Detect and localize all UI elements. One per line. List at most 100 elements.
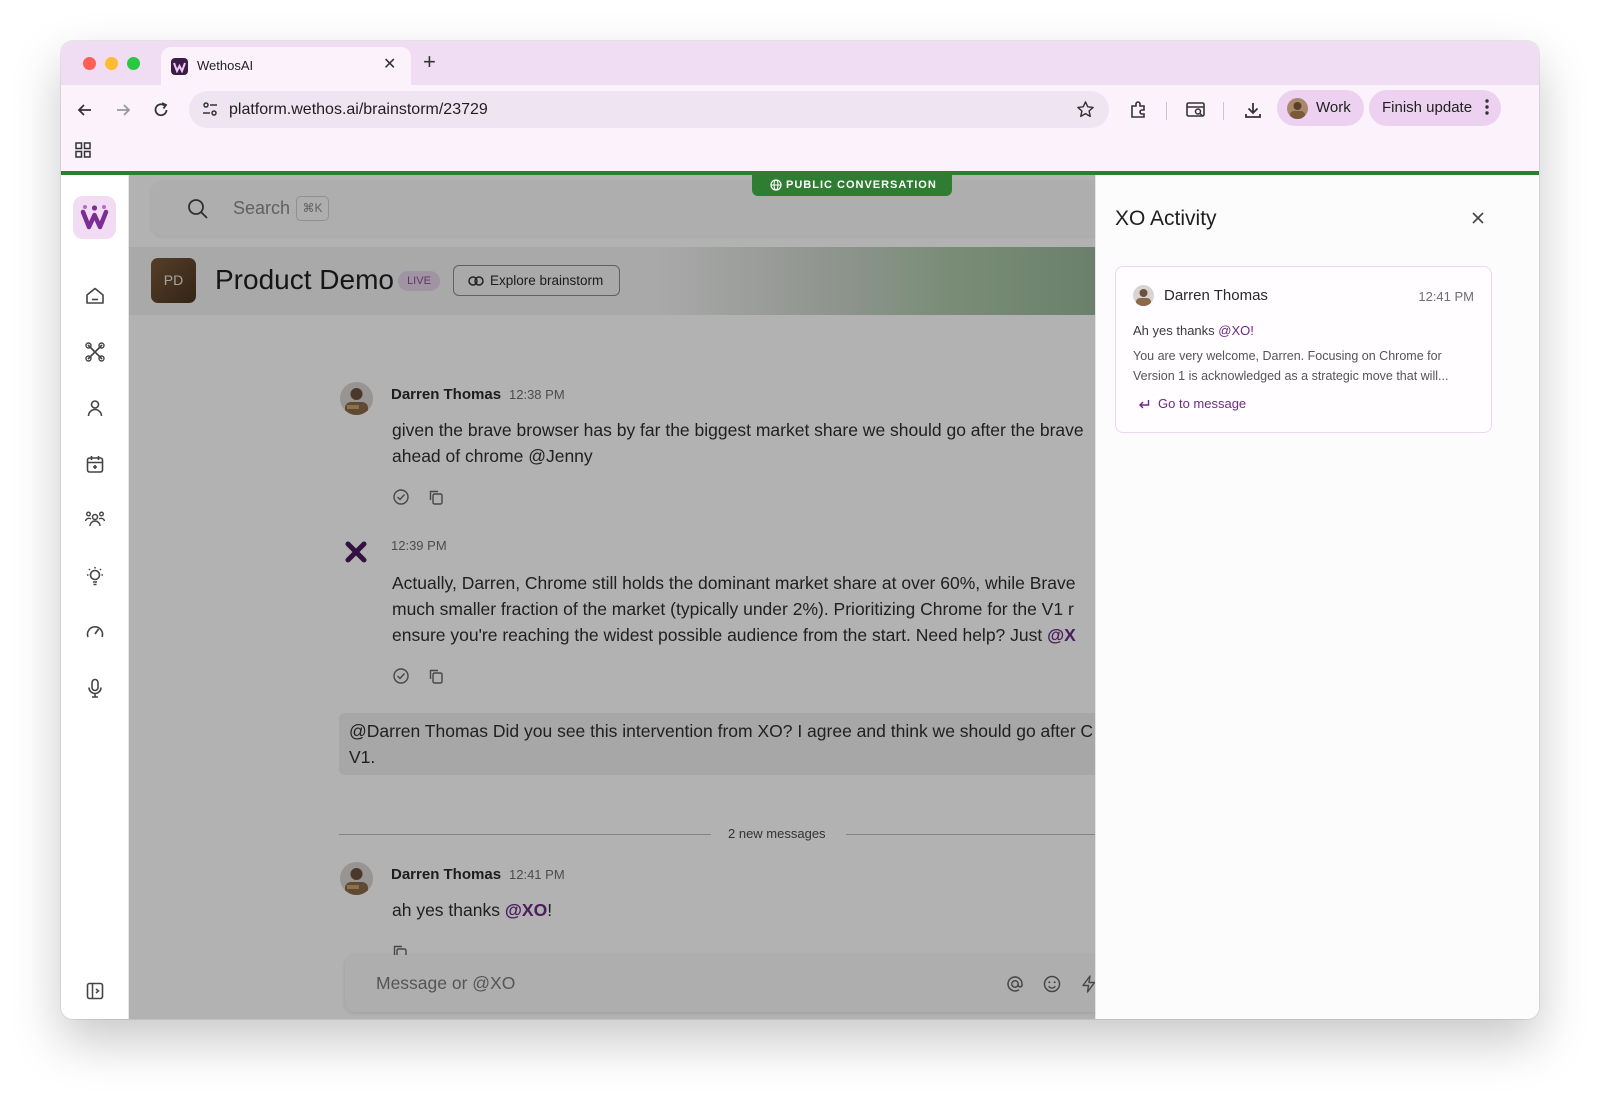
go-to-message-label: Go to message — [1158, 396, 1247, 411]
message-line-suffix: ! — [547, 900, 553, 920]
left-nav-rail — [61, 175, 129, 1019]
card-quote-text: Ah yes thanks — [1133, 323, 1219, 338]
maximize-window-button[interactable] — [127, 57, 140, 70]
profile-label: Work — [1316, 99, 1351, 116]
globe-icon — [770, 179, 782, 191]
forward-arrow-icon[interactable] — [113, 100, 133, 120]
composer-placeholder: Message or @XO — [376, 973, 516, 993]
emoji-icon[interactable] — [1042, 974, 1062, 994]
live-badge: LIVE — [398, 271, 440, 291]
team-icon[interactable] — [84, 508, 106, 530]
wethos-app: Search ⌘K PD Product Demo LIVE Explore b… — [61, 175, 1539, 1019]
at-icon[interactable] — [1005, 974, 1025, 994]
wethos-logo[interactable] — [73, 196, 116, 239]
browser-toolbar: platform.wethos.ai/brainstorm/23729 Work… — [61, 85, 1539, 135]
back-arrow-icon[interactable] — [75, 100, 95, 120]
check-circle-icon[interactable] — [392, 667, 410, 685]
tab-title: WethosAI — [197, 58, 254, 73]
card-author: Darren Thomas — [1164, 287, 1268, 304]
message-line: ensure you're reaching the widest possib… — [392, 622, 1076, 648]
avatar — [1133, 285, 1154, 306]
more-vertical-icon — [1485, 99, 1489, 115]
mention[interactable]: @XO — [505, 900, 547, 920]
message-line: ahead of chrome @Jenny — [392, 446, 593, 466]
avatar[interactable] — [340, 382, 373, 415]
message-line-text: ah yes thanks — [392, 900, 505, 920]
home-icon[interactable] — [84, 285, 106, 307]
lightbulb-icon[interactable] — [84, 565, 106, 587]
divider-line — [846, 834, 1095, 835]
tab-close-icon[interactable]: ✕ — [383, 54, 396, 74]
divider-line — [339, 834, 711, 835]
browser-tab[interactable]: WethosAI ✕ — [161, 47, 411, 85]
message-timestamp: 12:41 PM — [509, 867, 565, 882]
address-bar[interactable]: platform.wethos.ai/brainstorm/23729 — [189, 91, 1109, 128]
new-tab-button[interactable]: + — [423, 50, 436, 74]
gauge-icon[interactable] — [84, 621, 106, 643]
conversation-header: PD Product Demo LIVE Explore brainstorm — [129, 247, 1095, 315]
search-bar[interactable]: Search ⌘K — [151, 181, 1095, 236]
brainstorm-icon[interactable] — [84, 341, 106, 363]
download-icon[interactable] — [1243, 100, 1263, 120]
bolt-icon[interactable] — [1079, 974, 1095, 994]
calendar-icon[interactable] — [84, 453, 106, 475]
copy-icon[interactable] — [391, 943, 409, 955]
page-title: Product Demo — [215, 264, 394, 295]
check-circle-icon[interactable] — [392, 488, 410, 506]
copy-icon[interactable] — [427, 667, 445, 685]
bookmarks-bar — [61, 135, 1539, 171]
avatar[interactable] — [340, 862, 373, 895]
minimize-window-button[interactable] — [105, 57, 118, 70]
xo-logo-icon — [345, 541, 367, 563]
new-messages-divider: 2 new messages — [728, 826, 826, 841]
message-timestamp: 12:39 PM — [391, 538, 447, 553]
copy-icon[interactable] — [427, 488, 445, 506]
bookmark-star-icon[interactable] — [1076, 100, 1095, 119]
message-line: much smaller fraction of the market (typ… — [392, 599, 1074, 619]
tab-strip: WethosAI ✕ + — [61, 41, 1539, 85]
close-icon[interactable] — [1470, 210, 1486, 226]
explore-brainstorm-label: Explore brainstorm — [490, 273, 604, 288]
apps-grid-icon[interactable] — [74, 141, 92, 159]
message-line: V1. — [349, 747, 376, 767]
message-author[interactable]: Darren Thomas — [391, 386, 501, 403]
search-shortcut-badge: ⌘K — [296, 196, 329, 221]
message-line: Actually, Darren, Chrome still holds the… — [392, 573, 1076, 593]
profile-button[interactable]: Work — [1277, 90, 1364, 126]
url-text: platform.wethos.ai/brainstorm/23729 — [229, 101, 488, 118]
card-reply-preview: You are very welcome, Darren. Focusing o… — [1133, 349, 1449, 383]
activity-card[interactable]: Darren Thomas 12:41 PM Ah yes thanks @XO… — [1115, 266, 1492, 433]
person-icon[interactable] — [84, 397, 106, 419]
public-conversation-badge: PUBLIC CONVERSATION — [752, 175, 952, 196]
card-quoted-message: Ah yes thanks @XO! — [1133, 323, 1254, 338]
explore-brainstorm-button[interactable]: Explore brainstorm — [453, 265, 620, 296]
card-timestamp: 12:41 PM — [1418, 289, 1474, 304]
highlighted-message[interactable]: @Darren Thomas Did you see this interven… — [339, 713, 1095, 775]
tab-search-icon[interactable] — [1185, 100, 1207, 120]
microphone-icon[interactable] — [84, 677, 106, 699]
profile-avatar — [1287, 98, 1308, 119]
conversation-area: Search ⌘K PD Product Demo LIVE Explore b… — [129, 175, 1095, 1019]
message-line-text: ensure you're reaching the widest possib… — [392, 625, 1048, 645]
reload-icon[interactable] — [151, 100, 171, 120]
mention: @XO! — [1218, 323, 1254, 338]
panel-title: XO Activity — [1115, 207, 1217, 230]
site-settings-icon[interactable] — [201, 100, 219, 118]
finish-update-button[interactable]: Finish update — [1369, 90, 1501, 126]
mention[interactable]: @X — [1047, 625, 1076, 645]
search-icon — [188, 199, 208, 219]
sidebar-toggle-icon[interactable] — [84, 980, 106, 1002]
link-icon — [468, 276, 484, 286]
return-arrow-icon — [1139, 400, 1150, 409]
extensions-icon[interactable] — [1128, 100, 1148, 120]
message-author[interactable]: Darren Thomas — [391, 866, 501, 883]
close-window-button[interactable] — [83, 57, 96, 70]
message-composer[interactable]: Message or @XO — [345, 955, 1095, 1012]
search-placeholder: Search — [233, 198, 291, 218]
message-body: ah yes thanks @XO! — [392, 897, 552, 923]
public-conversation-label: PUBLIC CONVERSATION — [786, 179, 937, 191]
message-line: given the brave browser has by far the b… — [392, 420, 1084, 440]
message-body: given the brave browser has by far the b… — [392, 417, 1084, 469]
message-line: @Darren Thomas Did you see this interven… — [349, 721, 1094, 741]
browser-window: WethosAI ✕ + platform.wethos.ai/brainsto… — [61, 41, 1539, 1019]
